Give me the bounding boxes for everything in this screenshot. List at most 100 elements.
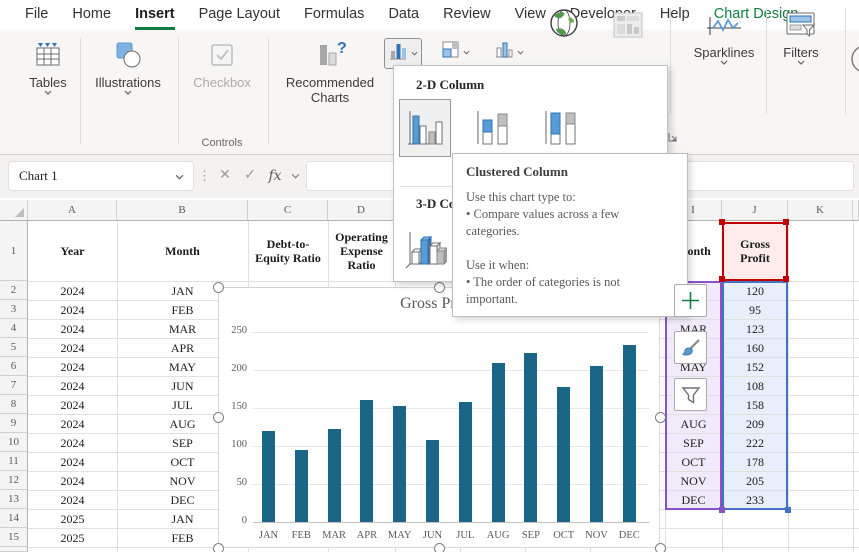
row-header-8[interactable]: 8: [0, 395, 28, 414]
chart-selection-handle[interactable]: [213, 543, 224, 552]
cell-year-10[interactable]: 2024: [28, 433, 117, 452]
bar-NOV[interactable]: [590, 366, 603, 522]
row-header-partial[interactable]: [0, 547, 28, 552]
insert-function-button[interactable]: fx: [263, 161, 287, 191]
chart-selection-handle[interactable]: [655, 412, 666, 423]
row-header-7[interactable]: 7: [0, 376, 28, 395]
bar-SEP[interactable]: [524, 353, 537, 522]
row-header-11[interactable]: 11: [0, 452, 28, 471]
row-header-1[interactable]: 1: [0, 221, 28, 281]
menu-tab-view[interactable]: View: [515, 0, 546, 30]
range-handle[interactable]: [719, 219, 725, 225]
column-header-partial[interactable]: [853, 200, 859, 221]
embedded-chart[interactable]: Gross Profit 050100150200250JANFEBMARAPR…: [218, 287, 660, 548]
cell-year-15[interactable]: 2025: [28, 528, 117, 547]
bar-MAR[interactable]: [328, 429, 341, 522]
chart-styles-button[interactable]: [674, 331, 707, 364]
menu-tab-help[interactable]: Help: [660, 0, 690, 30]
header-year[interactable]: Year: [28, 221, 117, 281]
cell-year-13[interactable]: 2024: [28, 490, 117, 509]
row-header-5[interactable]: 5: [0, 338, 28, 357]
name-box[interactable]: Chart 1: [8, 161, 194, 191]
column-header-D[interactable]: D: [328, 200, 395, 221]
row-header-6[interactable]: 6: [0, 357, 28, 376]
cell-year-5[interactable]: 2024: [28, 338, 117, 357]
threed-clustered-column-option[interactable]: [399, 218, 451, 276]
chart-filters-button[interactable]: [674, 378, 707, 411]
chart-header-range-border[interactable]: [722, 222, 788, 281]
menu-tab-page-layout[interactable]: Page Layout: [199, 0, 280, 30]
chart-selection-handle[interactable]: [434, 282, 445, 293]
enter-button[interactable]: ✓: [239, 161, 261, 191]
bar-MAY[interactable]: [393, 406, 406, 522]
sparklines-button[interactable]: Sparklines: [688, 6, 760, 65]
range-handle[interactable]: [783, 219, 789, 225]
range-handle[interactable]: [719, 276, 725, 282]
cell-year-6[interactable]: 2024: [28, 357, 117, 376]
menu-tab-insert[interactable]: Insert: [135, 0, 175, 30]
row-header-9[interactable]: 9: [0, 414, 28, 433]
header-operating-expense-ratio[interactable]: Operating Expense Ratio: [328, 221, 395, 281]
cancel-button[interactable]: ✕: [214, 161, 236, 191]
stacked-column-option[interactable]: [467, 99, 519, 157]
cell-year-14[interactable]: 2025: [28, 509, 117, 528]
chart-selection-handle[interactable]: [655, 543, 666, 552]
menu-tab-file[interactable]: File: [25, 0, 48, 30]
column-header-J[interactable]: J: [722, 200, 788, 221]
menu-tab-review[interactable]: Review: [443, 0, 491, 30]
column-header-B[interactable]: B: [117, 200, 248, 221]
cell-year-12[interactable]: 2024: [28, 471, 117, 490]
charts-dialog-launcher[interactable]: [668, 130, 679, 148]
select-all-corner[interactable]: [0, 200, 28, 221]
illustrations-button[interactable]: Illustrations: [92, 36, 164, 95]
chevron-down-icon[interactable]: [288, 161, 302, 191]
range-handle[interactable]: [719, 507, 725, 513]
formula-bar-resize-handle[interactable]: ⋮: [198, 161, 210, 191]
clustered-column-option[interactable]: [399, 99, 451, 157]
header-debt-to-equity-ratio[interactable]: Debt-to-Equity Ratio: [248, 221, 328, 281]
row-header-2[interactable]: 2: [0, 281, 28, 300]
row-header-13[interactable]: 13: [0, 490, 28, 509]
column-header-A[interactable]: A: [28, 200, 117, 221]
chart-elements-button[interactable]: [674, 284, 707, 317]
bar-FEB[interactable]: [295, 450, 308, 522]
bar-AUG[interactable]: [492, 363, 505, 522]
maps-button[interactable]: [548, 7, 580, 44]
header-month[interactable]: Month: [117, 221, 248, 281]
recommended-charts-button[interactable]: ? Recommended Charts: [278, 36, 382, 105]
row-header-15[interactable]: 15: [0, 528, 28, 547]
filters-button[interactable]: Filters: [772, 6, 830, 65]
chart-selection-handle[interactable]: [434, 543, 445, 552]
bar-JAN[interactable]: [262, 431, 275, 522]
cell-year-4[interactable]: 2024: [28, 319, 117, 338]
insert-hierarchy-chart-button[interactable]: [441, 40, 470, 64]
row-header-14[interactable]: 14: [0, 509, 28, 528]
bar-JUN[interactable]: [426, 440, 439, 522]
row-header-12[interactable]: 12: [0, 471, 28, 490]
chevron-down-icon[interactable]: [175, 174, 184, 180]
menu-tab-data[interactable]: Data: [388, 0, 419, 30]
cell-year-9[interactable]: 2024: [28, 414, 117, 433]
column-header-K[interactable]: K: [788, 200, 853, 221]
hundred-stacked-column-option[interactable]: [535, 99, 587, 157]
range-handle[interactable]: [785, 507, 791, 513]
row-header-10[interactable]: 10: [0, 433, 28, 452]
cell-year-2[interactable]: 2024: [28, 281, 117, 300]
menu-tab-home[interactable]: Home: [72, 0, 111, 30]
cell-year-8[interactable]: 2024: [28, 395, 117, 414]
chart-selection-handle[interactable]: [213, 412, 224, 423]
chart-value-range-border[interactable]: [722, 281, 788, 510]
bar-JUL[interactable]: [459, 402, 472, 522]
cell-year-3[interactable]: 2024: [28, 300, 117, 319]
menu-tab-formulas[interactable]: Formulas: [304, 0, 364, 30]
cell-year-7[interactable]: 2024: [28, 376, 117, 395]
bar-DEC[interactable]: [623, 345, 636, 522]
cell-year-11[interactable]: 2024: [28, 452, 117, 471]
bar-OCT[interactable]: [557, 387, 570, 522]
bar-APR[interactable]: [360, 400, 373, 522]
range-handle[interactable]: [783, 276, 789, 282]
tables-button[interactable]: Tables: [18, 36, 78, 95]
row-header-4[interactable]: 4: [0, 319, 28, 338]
insert-combo-chart-button[interactable]: [494, 40, 524, 64]
row-header-3[interactable]: 3: [0, 300, 28, 319]
